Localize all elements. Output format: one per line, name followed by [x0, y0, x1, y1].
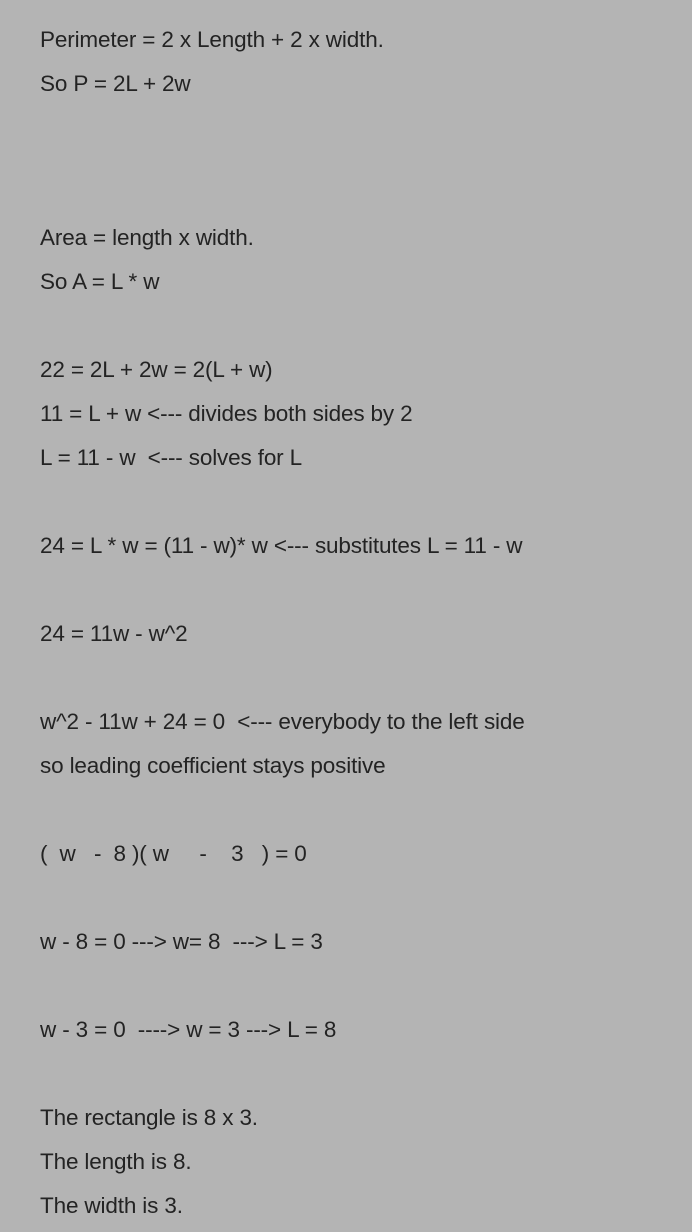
block-gap: [40, 480, 692, 524]
block-root-one: w - 8 = 0 ---> w= 8 ---> L = 3: [40, 920, 692, 964]
block-gap: [40, 150, 692, 194]
block-formulas-perimeter: Perimeter = 2 x Length + 2 x width. So P…: [40, 18, 692, 106]
block-gap: [40, 788, 692, 832]
block-conclusion: The rectangle is 8 x 3. The length is 8.…: [40, 1096, 692, 1228]
block-solve-for-L: 22 = 2L + 2w = 2(L + w) 11 = L + w <--- …: [40, 348, 692, 480]
text-line: So P = 2L + 2w: [40, 71, 191, 96]
text-line: 11 = L + w <--- divides both sides by 2: [40, 401, 413, 426]
block-formulas-area: Area = length x width. So A = L * w: [40, 216, 692, 304]
block-standard-form: w^2 - 11w + 24 = 0 <--- everybody to the…: [40, 700, 692, 788]
block-factored: ( w - 8 )( w - 3 ) = 0: [40, 832, 692, 876]
block-expanded: 24 = 11w - w^2: [40, 612, 692, 656]
text-line: so leading coefficient stays positive: [40, 753, 386, 778]
block-gap: [40, 964, 692, 1008]
page-background: Perimeter = 2 x Length + 2 x width. So P…: [0, 0, 692, 1232]
block-gap: [40, 1052, 692, 1096]
block-gap: [40, 304, 692, 348]
block-gap: [40, 876, 692, 920]
text-line: 24 = 11w - w^2: [40, 621, 188, 646]
worksheet-text-body: Perimeter = 2 x Length + 2 x width. So P…: [40, 0, 692, 1228]
block-gap: [40, 194, 692, 216]
text-line: The rectangle is 8 x 3.: [40, 1105, 258, 1130]
text-line: Area = length x width.: [40, 225, 254, 250]
text-line: Perimeter = 2 x Length + 2 x width.: [40, 27, 384, 52]
block-gap: [40, 568, 692, 612]
text-line: w - 3 = 0 ----> w = 3 ---> L = 8: [40, 1017, 337, 1042]
block-gap: [40, 106, 692, 150]
text-line: The width is 3.: [40, 1193, 183, 1218]
text-line: 22 = 2L + 2w = 2(L + w): [40, 357, 273, 382]
top-spacer: [40, 0, 692, 18]
text-line: L = 11 - w <--- solves for L: [40, 445, 302, 470]
text-line: w^2 - 11w + 24 = 0 <--- everybody to the…: [40, 709, 525, 734]
block-gap: [40, 656, 692, 700]
text-line: 24 = L * w = (11 - w)* w <--- substitute…: [40, 533, 523, 558]
text-line: The length is 8.: [40, 1149, 192, 1174]
block-root-two: w - 3 = 0 ----> w = 3 ---> L = 8: [40, 1008, 692, 1052]
text-line: So A = L * w: [40, 269, 160, 294]
text-line: w - 8 = 0 ---> w= 8 ---> L = 3: [40, 929, 323, 954]
text-line: ( w - 8 )( w - 3 ) = 0: [40, 841, 307, 866]
block-substitution: 24 = L * w = (11 - w)* w <--- substitute…: [40, 524, 692, 568]
